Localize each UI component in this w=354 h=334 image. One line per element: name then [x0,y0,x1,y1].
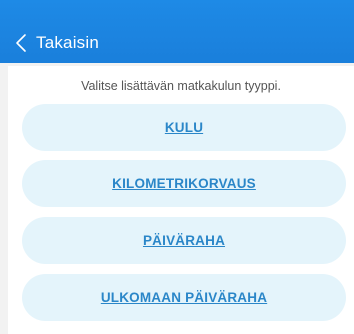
option-kulu-button[interactable]: KULU [22,104,346,151]
chevron-left-icon [14,33,28,53]
option-paivaraha-button[interactable]: PÄIVÄRAHA [22,217,346,264]
app-header: Takaisin [0,0,354,63]
option-label: KILOMETRIKORVAUS [112,176,256,191]
option-ulkomaan-paivaraha-button[interactable]: ULKOMAAN PÄIVÄRAHA [22,274,346,321]
back-label: Takaisin [36,33,100,52]
option-label: KULU [164,120,204,135]
back-button[interactable]: Takaisin [14,33,99,53]
option-label: PÄIVÄRAHA [142,233,226,248]
expense-type-panel: Valitse lisättävän matkakulun tyyppi. KU… [8,66,354,334]
option-kilometrikorvaus-button[interactable]: KILOMETRIKORVAUS [22,160,346,207]
option-label: ULKOMAAN PÄIVÄRAHA [100,290,268,305]
instruction-text: Valitse lisättävän matkakulun tyyppi. [81,79,281,93]
